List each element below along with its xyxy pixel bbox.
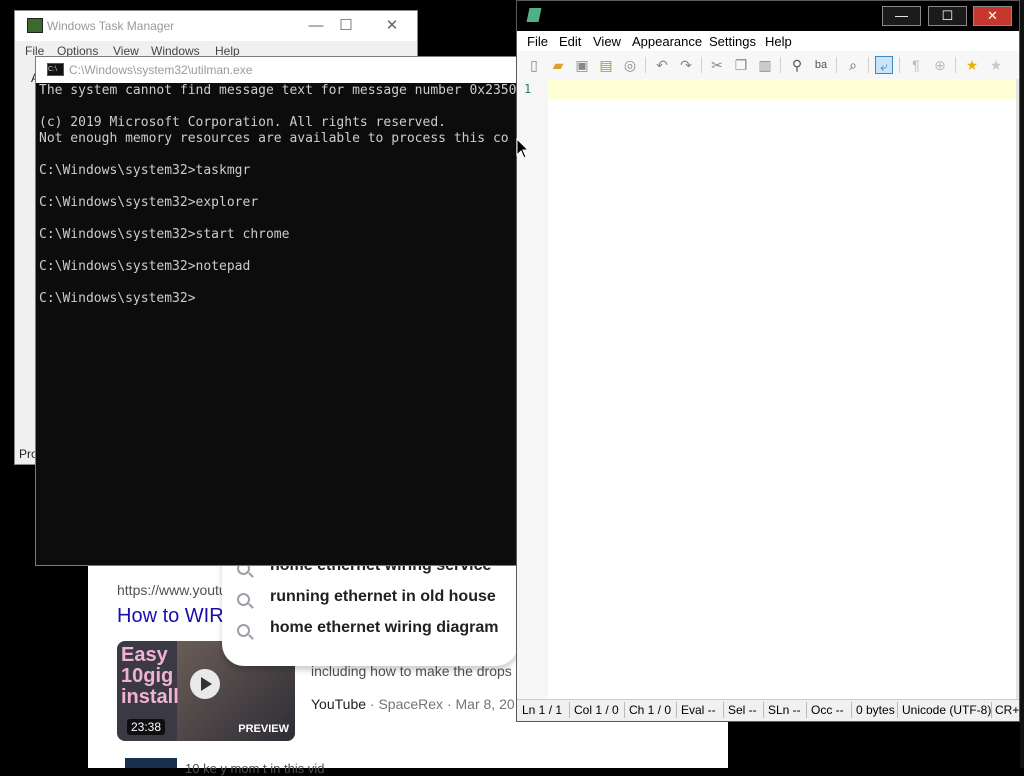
status-selected-lines: SLn --	[768, 703, 801, 717]
minimize-button[interactable]: —	[301, 15, 331, 37]
status-line-endings[interactable]: CR+	[995, 703, 1019, 717]
line-number-gutter: 1	[517, 79, 548, 700]
result-channel: SpaceRex	[378, 696, 444, 712]
notepad-menubar: File Edit View Appearance Settings Help	[517, 31, 1019, 51]
status-file-size: 0 bytes	[856, 703, 895, 717]
cmd-title: C:\Windows\system32\utilman.exe	[69, 63, 253, 77]
notepad-toolbar: ▯ ▰ ▣ ▤ ◎ ↶ ↷ ✂ ❐ ▥ ⚲ ba ⌕ ⤶ ¶ ⊕ ★ ★	[517, 51, 1019, 80]
search-icon	[237, 593, 250, 606]
console-line: C:\Windows\system32>notepad	[39, 259, 251, 274]
undo-icon[interactable]: ↶	[653, 56, 671, 74]
close-button[interactable]: ✕	[973, 6, 1012, 26]
open-folder-icon[interactable]: ▰	[549, 56, 567, 74]
result-date: Mar 8, 20	[455, 696, 515, 712]
command-prompt-window[interactable]: C:\ C:\Windows\system32\utilman.exe The …	[35, 56, 522, 566]
zoom-in-icon[interactable]: ⊕	[931, 56, 949, 74]
console-line: The system cannot find message text for …	[39, 83, 517, 98]
maximize-button[interactable]: ☐	[928, 6, 967, 26]
suggestion-text: home ethernet wiring diagram	[270, 619, 499, 636]
text-editor[interactable]	[548, 79, 1017, 700]
status-char: Ch 1 / 0	[629, 703, 672, 717]
revert-icon[interactable]: ◎	[621, 56, 639, 74]
menu-appearance[interactable]: Appearance	[632, 34, 702, 49]
suggestion-text: running ethernet in old house	[270, 588, 496, 605]
new-file-icon[interactable]: ▯	[525, 56, 543, 74]
console-line: C:\Windows\system32>explorer	[39, 195, 259, 210]
menu-file[interactable]: File	[527, 34, 548, 49]
menu-help[interactable]: Help	[765, 34, 792, 49]
thumbnail-text: Easy 10gig install	[121, 644, 179, 708]
video-duration: 23:38	[127, 719, 166, 735]
menu-edit[interactable]: Edit	[559, 34, 581, 49]
favorite-icon[interactable]: ★	[963, 56, 981, 74]
paste-icon[interactable]: ▥	[756, 56, 774, 74]
notepad-window[interactable]: — ☐ ✕ File Edit View Appearance Settings…	[516, 0, 1020, 722]
save-as-icon[interactable]: ▤	[597, 56, 615, 74]
next-result-text: 10 ke y mom t in this vid	[185, 761, 325, 776]
menu-view[interactable]: View	[593, 34, 621, 49]
console-line: C:\Windows\system32>start chrome	[39, 227, 290, 242]
result-source: YouTube	[311, 696, 367, 712]
redo-icon[interactable]: ↷	[677, 56, 695, 74]
minimize-button[interactable]: —	[882, 6, 921, 26]
close-button[interactable]: ✕	[377, 15, 407, 37]
console-prompt[interactable]: C:\Windows\system32>	[39, 291, 196, 306]
result-url[interactable]: https://www.youtu	[117, 582, 227, 598]
find-icon[interactable]: ⚲	[788, 56, 806, 74]
cut-icon[interactable]: ✂	[708, 56, 726, 74]
notepad-titlebar[interactable]: — ☐ ✕	[517, 1, 1019, 31]
word-wrap-icon[interactable]: ⤶	[875, 56, 893, 74]
cmd-icon: C:\	[47, 63, 64, 76]
cmd-console[interactable]: The system cannot find message text for …	[39, 83, 521, 565]
status-occurrences: Occ --	[811, 703, 844, 717]
play-icon[interactable]	[190, 669, 220, 699]
current-line-highlight	[548, 79, 1017, 99]
preview-label: PREVIEW	[238, 723, 289, 735]
notepad-icon	[526, 8, 542, 22]
replace-icon[interactable]: ba	[812, 56, 830, 74]
notepad-statusbar: Ln 1 / 1 Col 1 / 0 Ch 1 / 0 Eval -- Sel …	[517, 699, 1019, 721]
task-manager-icon	[27, 18, 43, 33]
next-result-thumbnail[interactable]	[125, 758, 177, 768]
whitespace-icon[interactable]: ¶	[907, 56, 925, 74]
copy-icon[interactable]: ❐	[732, 56, 750, 74]
status-encoding[interactable]: Unicode (UTF-8)	[902, 703, 991, 717]
save-icon[interactable]: ▣	[573, 56, 591, 74]
suggestion-item[interactable]: running ethernet in old house	[222, 584, 518, 615]
search-suggestions: home ethernet wiring service running eth…	[222, 556, 518, 666]
search-icon	[237, 624, 250, 637]
line-number: 1	[524, 82, 532, 96]
add-favorite-icon[interactable]: ★	[987, 56, 1005, 74]
console-line: C:\Windows\system32>taskmgr	[39, 163, 251, 178]
task-manager-title: Windows Task Manager	[47, 19, 175, 33]
zoom-icon[interactable]: ⌕	[844, 56, 862, 74]
result-meta: YouTube · SpaceRex · Mar 8, 20	[311, 696, 515, 712]
desktop-edge	[1020, 0, 1024, 768]
status-eval: Eval --	[681, 703, 716, 717]
console-line: (c) 2019 Microsoft Corporation. All righ…	[39, 115, 446, 130]
status-column: Col 1 / 0	[574, 703, 619, 717]
cmd-titlebar[interactable]: C:\ C:\Windows\system32\utilman.exe	[36, 57, 521, 83]
status-line: Ln 1 / 1	[522, 703, 563, 717]
console-line: Not enough memory resources are availabl…	[39, 131, 509, 146]
vertical-scrollbar[interactable]	[1016, 79, 1019, 700]
task-manager-titlebar[interactable]: Windows Task Manager — ☐ ✕	[15, 11, 417, 41]
result-title-link[interactable]: How to WIR	[117, 605, 224, 628]
menu-settings[interactable]: Settings	[709, 34, 756, 49]
status-selection: Sel --	[728, 703, 757, 717]
maximize-button[interactable]: ☐	[331, 15, 361, 37]
suggestion-item[interactable]: home ethernet wiring diagram	[222, 615, 518, 646]
